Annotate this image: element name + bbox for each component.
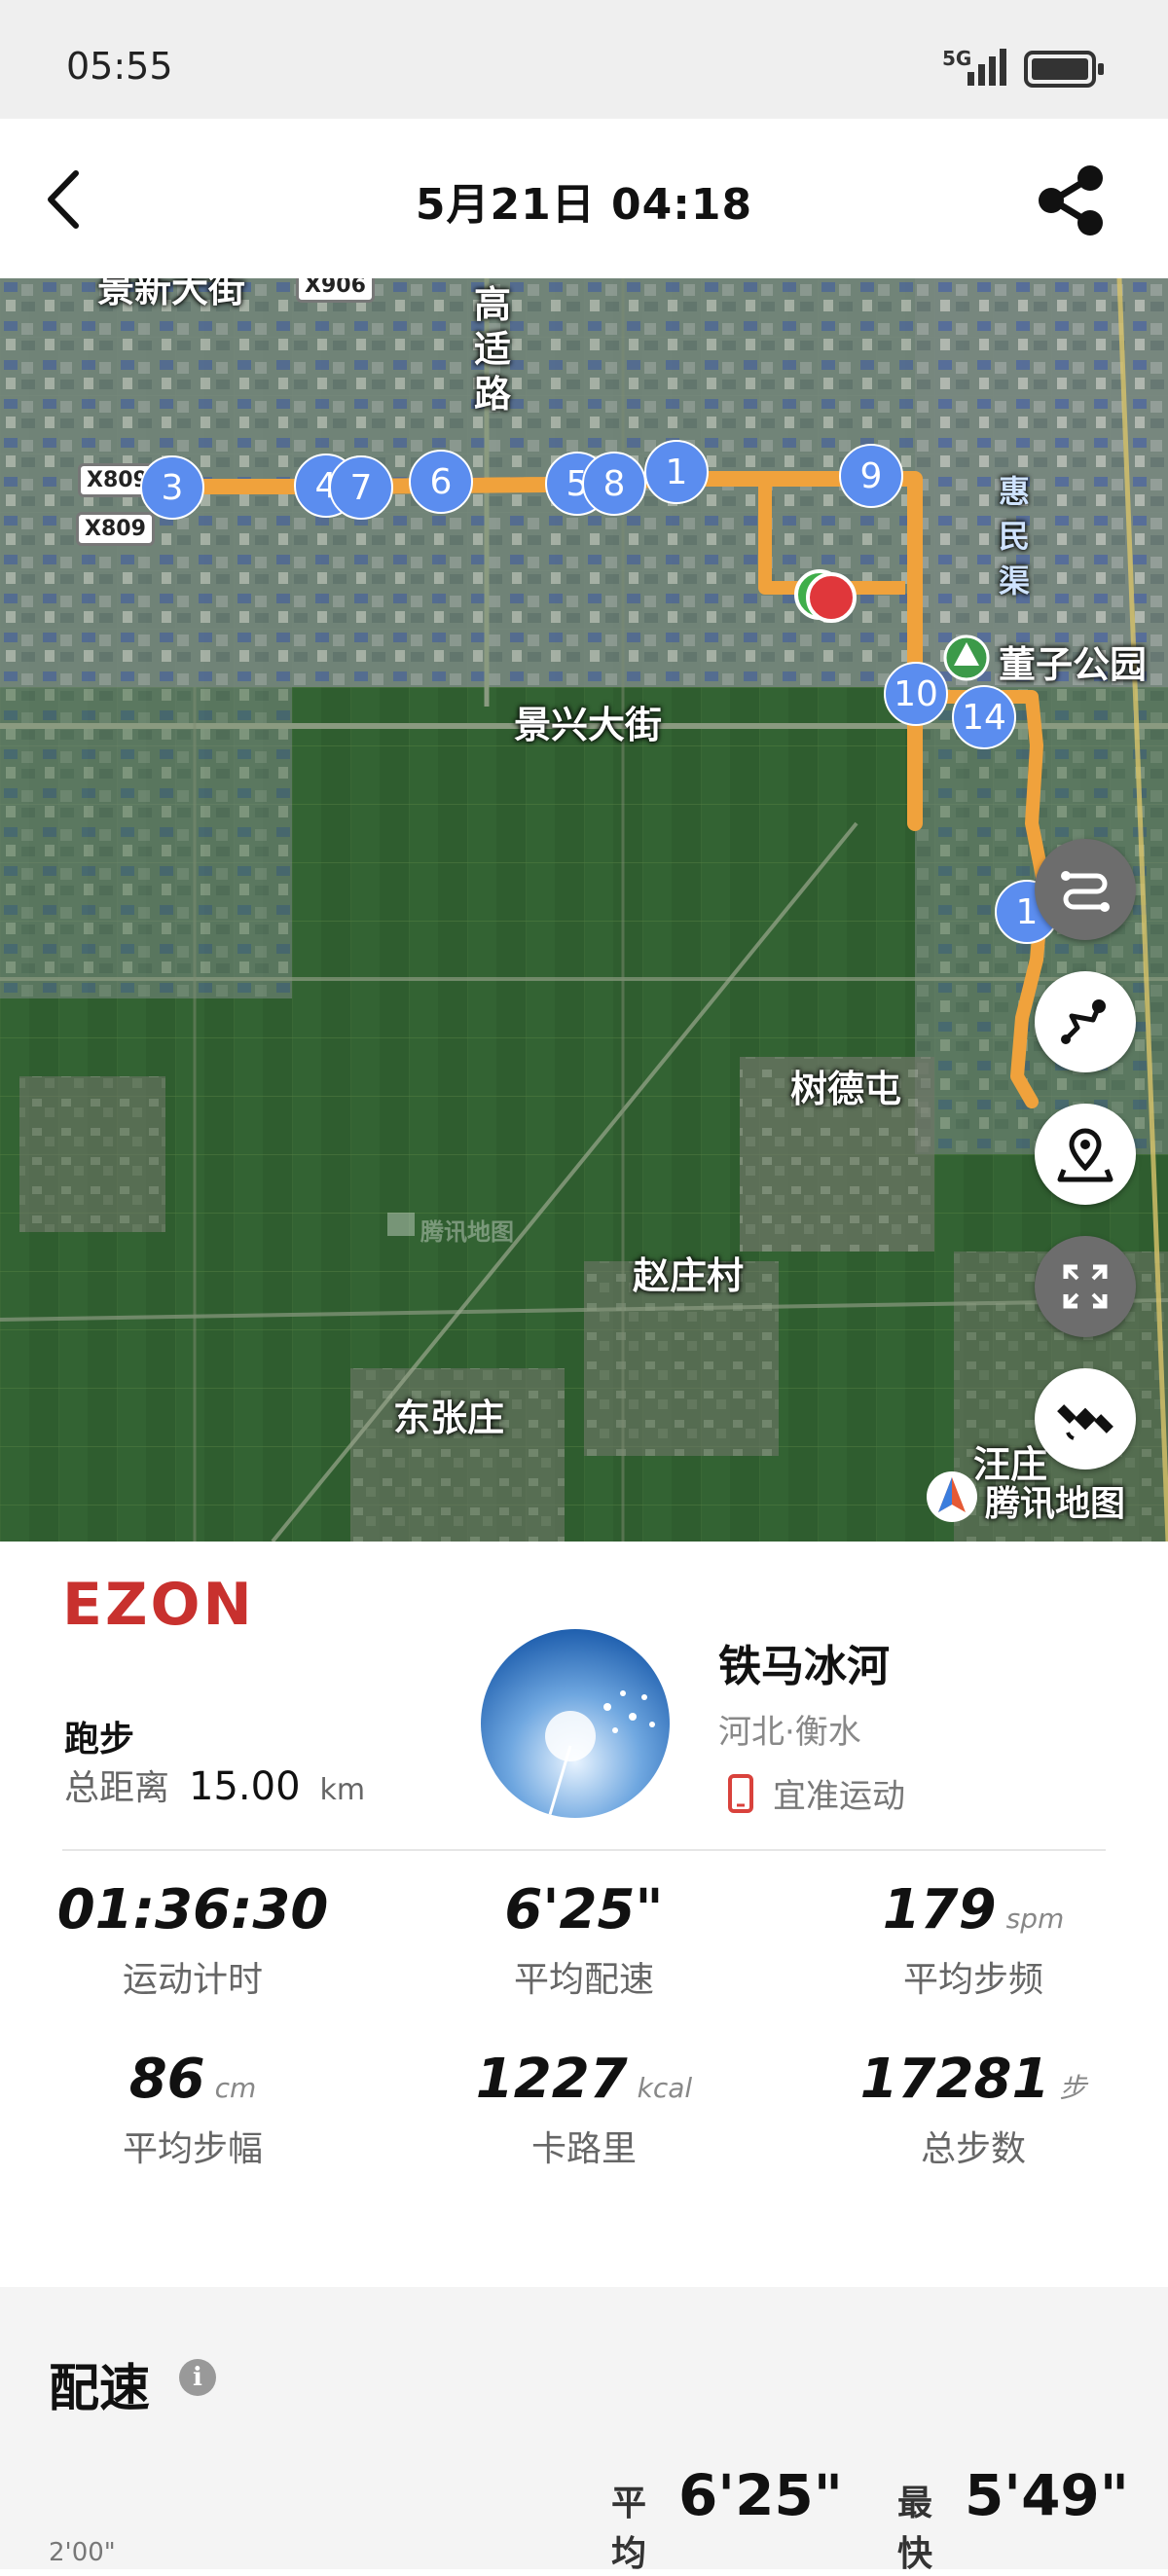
stat-unit: spm [1005,1903,1065,1935]
brand-logo: EZON [62,1571,255,1639]
map-label-street: 景兴大街 [514,704,663,746]
locate-button[interactable] [1035,1104,1136,1205]
stat-value: 01:36:30 [56,1878,329,1941]
stat-avg-pace: 6'25" 平均配速 [409,1878,759,2002]
road-tag-x809: X809 [76,512,155,546]
best-pace-label: 最快 [897,2484,933,2574]
device-name: 宜准运动 [773,1777,905,1816]
divider [62,1849,1106,1851]
back-button[interactable] [39,165,97,234]
km-marker[interactable]: 7 [329,455,393,520]
distance-row: 总距离 15.00 km [64,1760,365,1810]
stat-unit: cm [214,2072,257,2104]
user-name: 铁马冰河 [718,1642,890,1691]
route-icon [1061,871,1110,912]
stat-label: 平均步频 [902,1960,1043,2000]
signal-icon [967,45,1006,86]
distance-unit: km [319,1773,366,1807]
stat-label: 卡路里 [530,2129,637,2169]
route-map[interactable]: X906 X809 X809 景新大街 高适路 景兴大街 惠民渠 董子公园 树德… [0,278,1168,1542]
stat-calories: 1227 kcal 卡路里 [409,2048,759,2171]
km-marker[interactable]: 9 [839,444,903,508]
chevron-left-icon [48,170,79,229]
stat-label: 运动计时 [122,1960,263,2000]
share-icon [1039,165,1103,236]
map-label-village: 赵庄村 [633,1254,745,1297]
map-label-canal: 惠民渠 [998,473,1030,599]
stat-cadence: 179 spm 平均步频 [798,1878,1149,2002]
pace-title: 配速 [49,2360,151,2418]
map-label-village: 东张庄 [393,1397,505,1439]
map-label-road: 高适路 [473,283,511,416]
stat-label: 总步数 [920,2129,1026,2169]
stat-value: 1227 [475,2048,628,2111]
battery-icon [1024,51,1104,88]
dandelion-avatar-image [481,1629,670,1818]
map-label-park: 董子公园 [999,643,1148,686]
map-label-street: 景新大街 [97,278,246,310]
satellite-layer-button[interactable] [1035,1368,1136,1469]
phone-icon [728,1773,753,1813]
route-toggle-button[interactable] [1035,839,1136,940]
pace-axis-tick: 2'00" [49,2538,116,2567]
fullscreen-button[interactable] [1035,1236,1136,1337]
km-marker[interactable]: 14 [952,685,1016,749]
stat-value: 179 [882,1878,997,1941]
expand-icon [1063,1264,1108,1309]
distance-label: 总距离 [64,1768,170,1808]
pace-summary: 平均 6'25" 最快 5'49" [611,2462,1168,2576]
km-marker[interactable]: 1 [644,440,709,504]
avatar[interactable] [481,1629,670,1818]
sport-type: 跑步 [64,1720,135,1760]
status-bar: 05:55 5G [0,0,1168,119]
top-nav: 5月21日 04:18 [0,119,1168,278]
info-icon[interactable]: i [179,2359,216,2396]
stat-value: 86 [128,2048,205,2111]
road-tag-x906: X906 [296,278,375,303]
map-label-village: 树德屯 [790,1068,902,1110]
status-time: 05:55 [66,45,173,88]
stat-duration: 01:36:30 运动计时 [18,1878,368,2002]
device-row: 宜准运动 [728,1769,905,1817]
stat-unit: kcal [637,2072,693,2104]
map-provider-logo: 腾讯地图 [985,1484,1126,1524]
map-watermark: 腾讯地图 [420,1218,514,1246]
best-pace-value: 5'49" [964,2462,1129,2528]
user-location: 河北·衡水 [718,1713,861,1752]
stat-value: 6'25" [504,1878,664,1941]
stat-unit: 步 [1059,2072,1087,2104]
stat-label: 平均配速 [513,1960,654,2000]
map-provider-icon [927,1471,977,1522]
km-marker[interactable]: 10 [884,662,948,726]
location-pin-icon [1057,1128,1113,1182]
page-title: 5月21日 04:18 [415,180,753,230]
km-marker[interactable]: 6 [409,450,473,514]
stat-value: 17281 [859,2048,1050,2111]
stat-stride: 86 cm 平均步幅 [18,2048,368,2171]
playback-button[interactable] [1035,971,1136,1072]
avg-pace-label: 平均 [611,2484,647,2574]
track-playback-icon [1061,999,1106,1044]
stat-steps: 17281 步 总步数 [798,2048,1149,2171]
avg-pace-value: 6'25" [677,2462,843,2528]
stat-label: 平均步幅 [122,2129,263,2169]
km-marker[interactable]: 8 [582,452,646,516]
distance-value: 15.00 [189,1764,301,1809]
satellite-icon [1057,1404,1113,1440]
share-button[interactable] [1032,162,1110,239]
km-marker[interactable]: 3 [140,455,204,520]
